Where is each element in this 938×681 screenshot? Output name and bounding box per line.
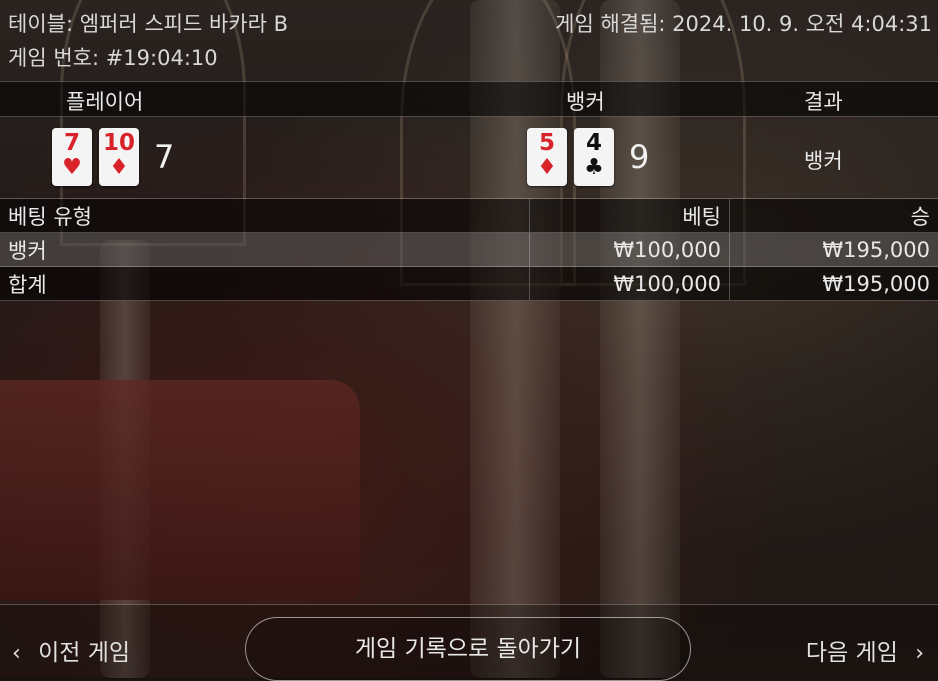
next-game-button[interactable]: 다음 게임 › (806, 633, 924, 667)
win-amount-cell: ₩195,000 (730, 233, 938, 267)
card-rank: 5 (527, 130, 567, 156)
diamond-icon: ♦ (99, 156, 139, 180)
bet-type-cell: 합계 (0, 267, 530, 301)
previous-game-button[interactable]: ‹ 이전 게임 (12, 633, 130, 667)
win-amount-header: 승 (730, 199, 938, 233)
card-rank: 10 (99, 130, 139, 156)
game-number: 게임 번호: #19:04:10 (8, 42, 218, 72)
bet-type-header: 베팅 유형 (0, 199, 530, 233)
player-column-label: 플레이어 (66, 86, 143, 116)
banker-card-1: 5 ♦ (527, 128, 567, 186)
banker-card-2: 4 ♣ (574, 128, 614, 186)
bets-table-header: 베팅 유형 베팅 승 (0, 199, 938, 233)
player-card-1: 7 ♥ (52, 128, 92, 186)
bet-type-cell: 뱅커 (0, 233, 530, 267)
bet-amount-cell: ₩100,000 (530, 267, 730, 301)
table-row-total: 합계 ₩100,000 ₩195,000 (0, 267, 938, 301)
chevron-left-icon: ‹ (12, 641, 21, 666)
back-to-history-button[interactable]: 게임 기록으로 돌아가기 (245, 617, 691, 681)
player-card-2: 10 ♦ (99, 128, 139, 186)
card-rank: 4 (574, 130, 614, 156)
footer-nav: ‹ 이전 게임 게임 기록으로 돌아가기 다음 게임 › (0, 604, 938, 679)
club-icon: ♣ (574, 156, 614, 180)
game-info-header: 테이블: 엠퍼러 스피드 바카라 B 게임 번호: #19:04:10 게임 해… (0, 0, 938, 80)
banker-column-label: 뱅커 (566, 86, 605, 116)
results-header: 플레이어 뱅커 결과 (0, 81, 938, 117)
table-name: 테이블: 엠퍼러 스피드 바카라 B (8, 8, 288, 38)
banker-score: 9 (629, 138, 649, 176)
result-column-label: 결과 (804, 86, 843, 116)
previous-game-label: 이전 게임 (38, 640, 130, 666)
next-game-label: 다음 게임 (806, 640, 898, 666)
player-score: 7 (154, 138, 174, 176)
card-rank: 7 (52, 130, 92, 156)
heart-icon: ♥ (52, 156, 92, 180)
bets-table: 베팅 유형 베팅 승 뱅커 ₩100,000 ₩195,000 합계 ₩100,… (0, 198, 938, 301)
bet-amount-header: 베팅 (530, 199, 730, 233)
bet-amount-cell: ₩100,000 (530, 233, 730, 267)
results-row: 7 ♥ 10 ♦ 7 5 ♦ 4 ♣ 9 뱅커 (0, 116, 938, 198)
table-row: 뱅커 ₩100,000 ₩195,000 (0, 233, 938, 267)
game-resolved-time: 게임 해결됨: 2024. 10. 9. 오전 4:04:31 (555, 8, 932, 38)
diamond-icon: ♦ (527, 156, 567, 180)
chevron-right-icon: › (915, 641, 924, 666)
win-amount-cell: ₩195,000 (730, 267, 938, 301)
result-value: 뱅커 (804, 145, 843, 175)
